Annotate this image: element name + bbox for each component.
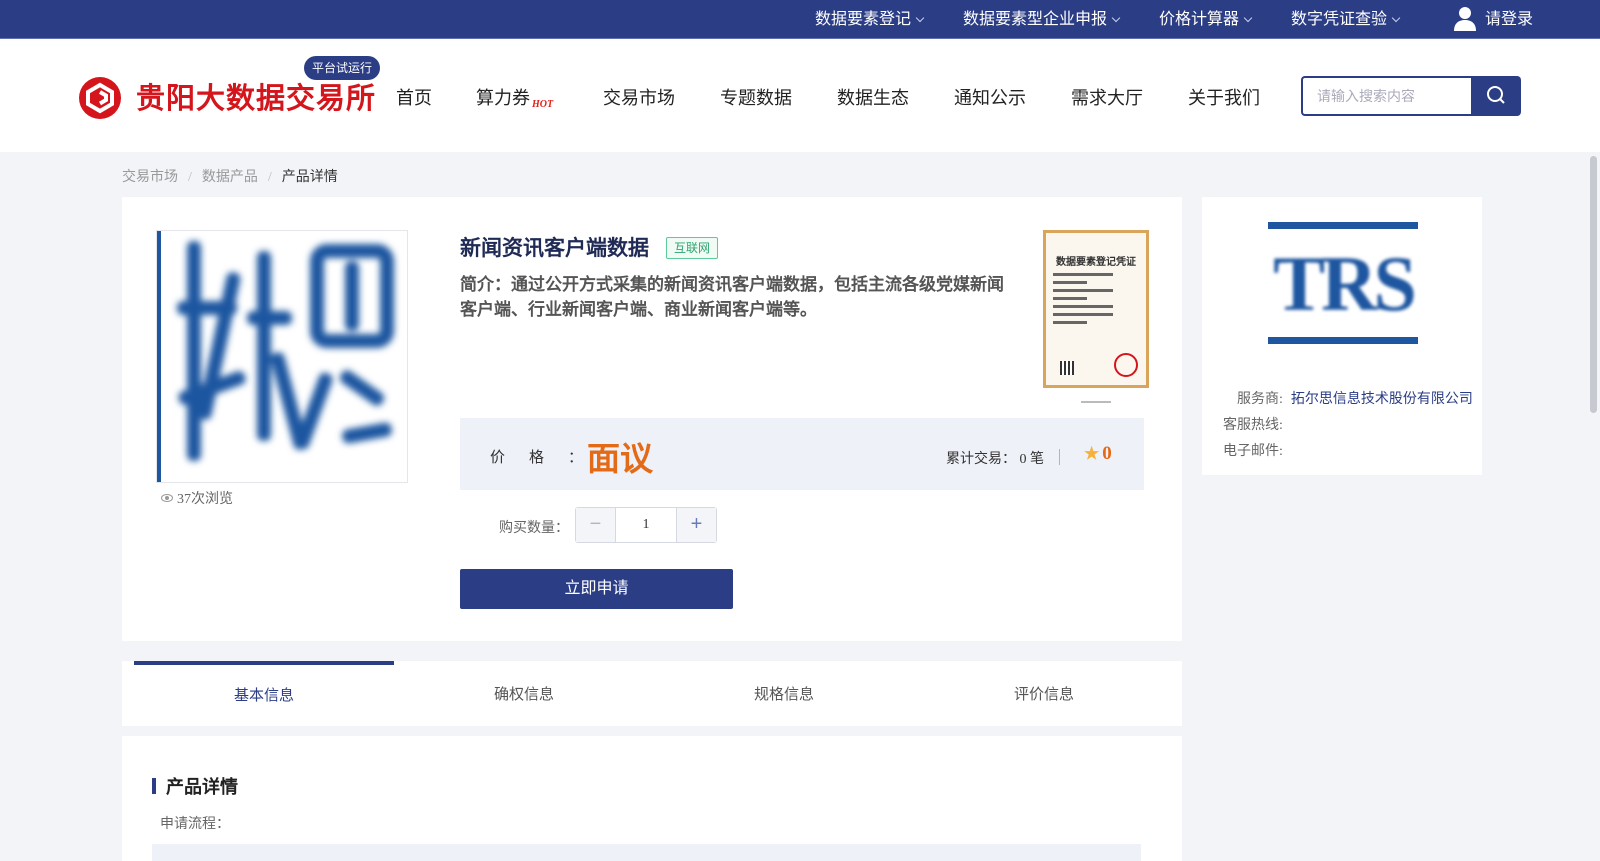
trial-badge: 平台试运行 xyxy=(304,56,381,80)
section-title: 产品详情 xyxy=(166,777,238,797)
search-button[interactable] xyxy=(1471,76,1521,116)
provider-email-label: 电子邮件: xyxy=(1223,444,1283,459)
topbar-item-label: 数字凭证查验 xyxy=(1291,11,1388,28)
carousel-indicator[interactable] xyxy=(1081,401,1111,403)
star-icon: ★ xyxy=(1084,444,1100,463)
search-input[interactable] xyxy=(1303,78,1471,114)
decrement-button[interactable]: − xyxy=(576,508,616,542)
tab-spec-info[interactable]: 规格信息 xyxy=(654,661,914,726)
details-panel xyxy=(122,736,1182,861)
trade-count-label: 累计交易： xyxy=(946,452,1016,467)
hot-badge: HOT xyxy=(532,99,554,110)
flow-label: 申请流程： xyxy=(160,817,230,832)
quantity-input[interactable]: 1 xyxy=(616,508,676,542)
chevron-down-icon xyxy=(1243,13,1253,23)
exchange-logo-icon[interactable] xyxy=(79,77,121,119)
certificate-title: 数据要素登记凭证 xyxy=(1056,257,1136,268)
trade-count: 累计交易： 0 笔 xyxy=(946,448,1044,468)
quantity-label: 购买数量： xyxy=(499,521,569,536)
price-value: 面议 xyxy=(587,442,653,478)
top-bar: 数据要素登记 数据要素型企业申报 价格计算器 数字凭证查验 请登录 xyxy=(0,0,1600,39)
provider-email: 电子邮件: xyxy=(1223,440,1283,460)
nav-demand-hall[interactable]: 需求大厅 xyxy=(1071,84,1143,110)
certificate-line xyxy=(1053,313,1114,316)
image-accent xyxy=(157,231,161,482)
breadcrumb-separator: / xyxy=(188,170,192,185)
logo-band xyxy=(1268,337,1418,344)
topbar-price-calculator[interactable]: 价格计算器 xyxy=(1159,0,1253,39)
nav-trading-market[interactable]: 交易市场 xyxy=(603,84,675,110)
certificate-line xyxy=(1053,297,1088,300)
breadcrumb-current: 产品详情 xyxy=(281,170,338,185)
nav-notices[interactable]: 通知公示 xyxy=(954,84,1026,110)
topbar-data-registration[interactable]: 数据要素登记 xyxy=(815,0,925,39)
category-tag: 互联网 xyxy=(666,237,719,259)
chevron-down-icon xyxy=(1111,13,1121,23)
provider-service: 服务商: 拓尔思信息技术股份有限公司 xyxy=(1237,388,1473,408)
topbar-item-label: 数据要素登记 xyxy=(815,11,912,28)
view-count-text: 37次浏览 xyxy=(177,492,233,507)
increment-button[interactable]: + xyxy=(676,508,716,542)
qr-code-icon xyxy=(1060,361,1074,375)
provider-service-label: 服务商: xyxy=(1237,392,1283,407)
tab-basic-info[interactable]: 基本信息 xyxy=(134,661,394,726)
certificate-line xyxy=(1053,321,1088,324)
quantity-stepper: − 1 + xyxy=(575,507,717,543)
certificate-line xyxy=(1053,305,1114,308)
product-intro: 简介：通过公开方式采集的新闻资讯客户端数据，包括主流各级党媒新闻客户端、行业新闻… xyxy=(460,275,1004,319)
chevron-down-icon xyxy=(915,13,925,23)
flow-box xyxy=(152,844,1141,861)
certificate-line xyxy=(1053,281,1088,284)
rating-value: 0 xyxy=(1102,443,1112,464)
breadcrumb: 交易市场 / 数据产品 / 产品详情 xyxy=(122,166,338,186)
view-count: 37次浏览 xyxy=(161,488,233,508)
provider-logo-text: TRS xyxy=(1273,240,1417,327)
logo-band xyxy=(1268,222,1418,229)
nav-topic-data[interactable]: 专题数据 xyxy=(720,84,792,110)
search-icon xyxy=(1487,86,1505,104)
search-box xyxy=(1301,76,1471,116)
topbar-item-label: 价格计算器 xyxy=(1159,11,1240,28)
detail-tabs: 基本信息 确权信息 规格信息 评价信息 xyxy=(122,661,1182,726)
provider-service-value[interactable]: 拓尔思信息技术股份有限公司 xyxy=(1291,392,1473,407)
certificate-line xyxy=(1053,289,1114,292)
tab-ownership-info[interactable]: 确权信息 xyxy=(394,661,654,726)
section-marker xyxy=(152,778,156,794)
main-header: 贵阳大数据交易所 平台试运行 首页 算力券 HOT 交易市场 专题数据 数据生态 … xyxy=(0,39,1600,152)
eye-icon xyxy=(161,494,173,502)
topbar-enterprise-declare[interactable]: 数据要素型企业申报 xyxy=(963,0,1121,39)
nav-home[interactable]: 首页 xyxy=(396,84,432,110)
nav-label: 算力券 xyxy=(476,88,530,108)
breadcrumb-data-products[interactable]: 数据产品 xyxy=(202,170,258,185)
nav-about-us[interactable]: 关于我们 xyxy=(1188,84,1260,110)
product-image xyxy=(156,230,408,483)
seal-icon xyxy=(1114,353,1138,377)
breadcrumb-trading-market[interactable]: 交易市场 xyxy=(122,170,178,185)
trade-count-value: 0 笔 xyxy=(1019,452,1045,467)
rating: ★ 0 xyxy=(1084,443,1112,465)
chevron-down-icon xyxy=(1391,13,1401,23)
provider-logo-image xyxy=(177,241,394,461)
apply-button[interactable]: 立即申请 xyxy=(460,569,733,609)
registration-certificate[interactable]: 数据要素登记凭证 xyxy=(1043,230,1149,388)
divider xyxy=(1059,449,1060,465)
user-icon[interactable] xyxy=(1453,6,1477,32)
topbar-certificate-check[interactable]: 数字凭证查验 xyxy=(1291,0,1401,39)
nav-data-ecosystem[interactable]: 数据生态 xyxy=(837,84,909,110)
breadcrumb-separator: / xyxy=(267,170,272,185)
product-title: 新闻资讯客户端数据 xyxy=(460,236,649,260)
nav-compute-voucher[interactable]: 算力券 HOT xyxy=(476,84,553,110)
brand-name[interactable]: 贵阳大数据交易所 xyxy=(136,75,376,117)
scrollbar-thumb[interactable] xyxy=(1590,156,1597,413)
provider-hotline: 客服热线: xyxy=(1223,414,1283,434)
topbar-item-label: 数据要素型企业申报 xyxy=(963,11,1108,28)
login-link[interactable]: 请登录 xyxy=(1485,0,1533,39)
provider-logo: TRS xyxy=(1268,222,1418,346)
provider-hotline-label: 客服热线: xyxy=(1223,418,1283,433)
tab-review-info[interactable]: 评价信息 xyxy=(914,661,1174,726)
certificate-line xyxy=(1053,273,1114,276)
